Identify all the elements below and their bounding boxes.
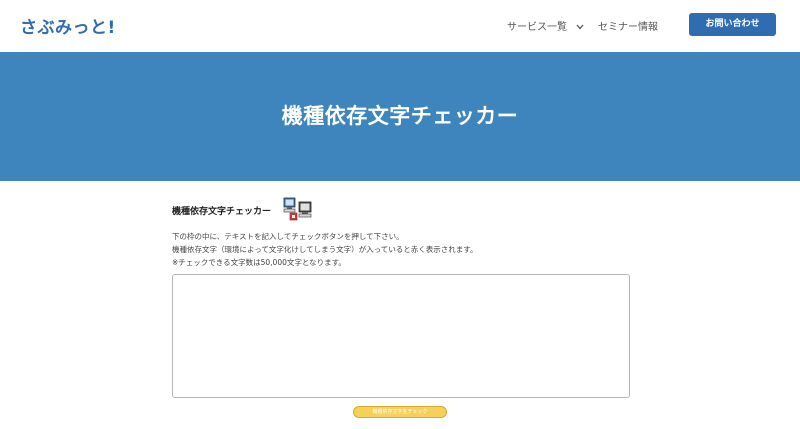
hero-banner: 機種依存文字チェッカー [0, 52, 800, 181]
contact-button[interactable]: お問い合わせ [689, 13, 776, 36]
description-line: 下の枠の中に、テキストを記入してチェックボタンを押して下さい。 [172, 232, 404, 241]
description-line: 機種依存文字（環境によって文字化けしてしまう文字）が入っていると赤く表示されます… [172, 245, 478, 254]
description-line: ※チェックできる文字数は50,000文字となります。 [172, 258, 346, 267]
nav-seminar[interactable]: セミナー情報 [598, 18, 658, 33]
page-title: 機種依存文字チェッカー [281, 104, 519, 128]
computers-icon [283, 197, 312, 221]
check-button[interactable]: 機種依存文字をチェック [353, 406, 447, 418]
nav-services[interactable]: サービス一覧 [507, 18, 584, 33]
text-input-area[interactable] [172, 274, 630, 398]
site-header: さぶみっと! サービス一覧 セミナー情報 お問い合わせ [0, 0, 800, 52]
tool-heading: 機種依存文字チェッカー [172, 207, 272, 217]
nav-services-label: サービス一覧 [507, 22, 567, 33]
site-logo[interactable]: さぶみっと! [20, 13, 116, 38]
chevron-down-icon [576, 24, 584, 30]
